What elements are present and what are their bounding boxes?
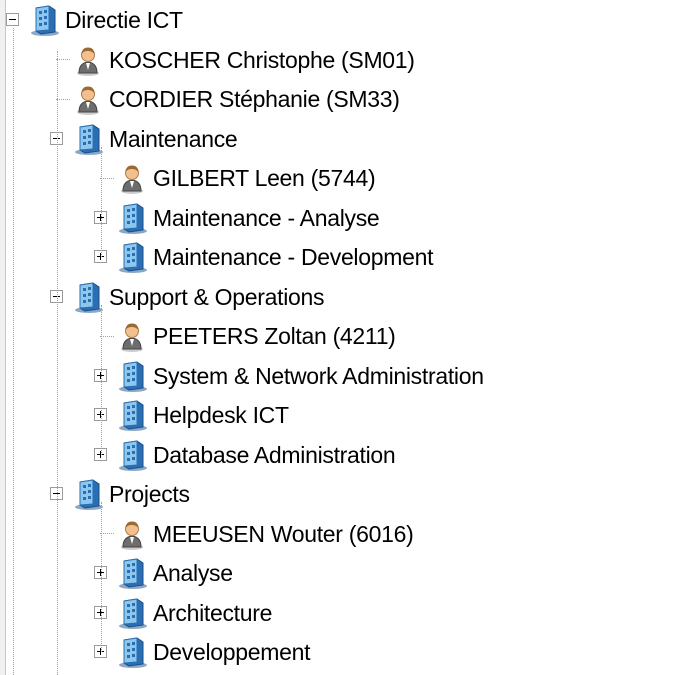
building-icon bbox=[115, 556, 149, 590]
tree-connector bbox=[56, 59, 70, 60]
building-icon bbox=[27, 3, 61, 37]
tree-connector bbox=[56, 98, 70, 100]
org-tree-view[interactable]: Directie ICT KOSCHER Christophe (SM01) COR… bbox=[0, 0, 683, 675]
tree-node-org-unit[interactable]: System & Network Administration bbox=[0, 357, 683, 396]
tree-node-label: PEETERS Zoltan (4211) bbox=[153, 323, 396, 349]
tree-node-org-unit[interactable]: Analyse bbox=[0, 554, 683, 593]
tree-node-person[interactable]: GILBERT Leen (5744) bbox=[0, 159, 683, 198]
tree-node-org-unit[interactable]: Support & Operations bbox=[0, 278, 683, 317]
tree-node-label: KOSCHER Christophe (SM01) bbox=[109, 46, 415, 73]
building-icon bbox=[115, 201, 149, 235]
tree-node-label: Maintenance - Development bbox=[153, 244, 434, 270]
tree-connector bbox=[101, 502, 102, 652]
tree-connector bbox=[100, 177, 114, 179]
building-icon bbox=[71, 280, 105, 314]
tree-node-label: Database Administration bbox=[153, 441, 396, 468]
tree-node-label: CORDIER Stéphanie (SM33) bbox=[109, 86, 400, 112]
tree-node-person[interactable]: CORDIER Stéphanie (SM33) bbox=[0, 80, 683, 119]
building-icon bbox=[115, 398, 149, 432]
tree-node-label: Developpement bbox=[153, 639, 311, 665]
tree-node-label: GILBERT Leen (5744) bbox=[153, 165, 376, 191]
tree-node-org-unit[interactable]: Helpdesk ICT bbox=[0, 396, 683, 435]
tree-connector bbox=[57, 50, 58, 675]
tree-node-label: Architecture bbox=[153, 599, 273, 626]
tree-node-label: Projects bbox=[109, 481, 190, 507]
person-icon bbox=[71, 82, 105, 116]
tree-connector bbox=[101, 304, 102, 455]
tree-node-label: Maintenance bbox=[109, 125, 238, 152]
building-icon bbox=[71, 122, 105, 156]
tree-node-org-unit[interactable]: Database Administration bbox=[0, 436, 683, 475]
person-icon bbox=[115, 517, 149, 551]
person-icon bbox=[115, 319, 149, 353]
tree-node-label: System & Network Administration bbox=[153, 362, 484, 389]
collapse-minus-icon[interactable] bbox=[6, 13, 19, 26]
person-icon bbox=[115, 161, 149, 195]
tree-node-person[interactable]: KOSCHER Christophe (SM01) bbox=[0, 41, 683, 80]
tree-node-org-unit[interactable]: Maintenance bbox=[0, 120, 683, 159]
building-icon bbox=[115, 240, 149, 274]
tree-node-label: Analyse bbox=[153, 560, 233, 586]
tree-node-person[interactable]: PEETERS Zoltan (4211) bbox=[0, 317, 683, 356]
building-icon bbox=[115, 596, 149, 630]
tree-connector bbox=[101, 146, 102, 257]
person-icon bbox=[71, 43, 105, 77]
tree-node-org-unit[interactable]: Developpement bbox=[0, 633, 683, 672]
tree-connector bbox=[100, 533, 114, 534]
tree-node-org-unit[interactable]: Directie ICT bbox=[0, 1, 683, 40]
tree-node-label: Maintenance - Analyse bbox=[153, 204, 380, 231]
building-icon bbox=[115, 635, 149, 669]
tree-node-org-unit[interactable]: Maintenance - Analyse bbox=[0, 199, 683, 238]
tree-node-org-unit[interactable]: Architecture bbox=[0, 594, 683, 633]
tree-node-label: Directie ICT bbox=[65, 7, 183, 33]
tree-node-org-unit[interactable]: Maintenance - Development bbox=[0, 238, 683, 277]
tree-node-label: MEEUSEN Wouter (6016) bbox=[153, 520, 414, 547]
building-icon bbox=[115, 359, 149, 393]
tree-node-label: Helpdesk ICT bbox=[153, 402, 289, 428]
tree-node-label: Support & Operations bbox=[109, 283, 325, 310]
tree-connector bbox=[13, 28, 14, 675]
building-icon bbox=[71, 477, 105, 511]
tree-connector bbox=[100, 335, 114, 337]
tree-node-person[interactable]: MEEUSEN Wouter (6016) bbox=[0, 515, 683, 554]
tree-node-org-unit[interactable]: Projects bbox=[0, 475, 683, 514]
building-icon bbox=[115, 438, 149, 472]
